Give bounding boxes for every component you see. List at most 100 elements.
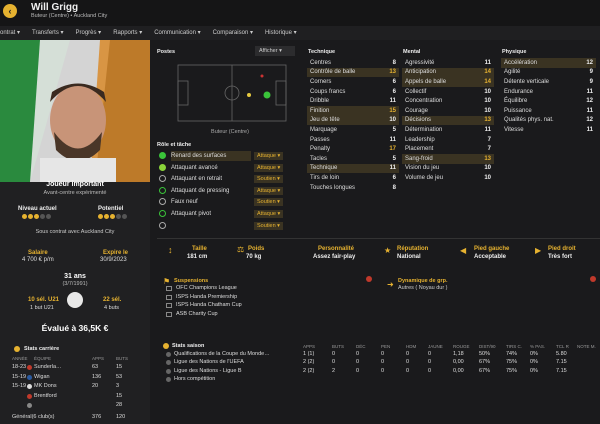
technique-value: 8 xyxy=(392,59,396,66)
mental-name: Agressivité xyxy=(405,59,435,66)
duty-label: Attaque xyxy=(257,153,276,159)
duty-dropdown[interactable]: Attaque ▾ xyxy=(254,163,284,172)
season-competition: Ligue des Nations - Ligue B xyxy=(174,367,242,374)
physique-name: Agilité xyxy=(504,69,521,76)
menu-item[interactable]: Communication ▾ xyxy=(154,26,200,40)
roles-title: Rôle et tâche xyxy=(157,142,192,148)
duty-dropdown[interactable]: Attaque ▾ xyxy=(254,152,284,160)
mental-value: 13 xyxy=(484,117,491,124)
career-cell: 18-23 xyxy=(12,364,27,370)
positions-title[interactable]: Postes xyxy=(157,49,175,55)
season-col-header: BUTS xyxy=(332,344,345,349)
season-cell: 1,18 xyxy=(453,351,464,357)
season-col-header: TIRS C. xyxy=(506,344,523,349)
duty-dropdown[interactable]: Soutien ▾ xyxy=(254,198,283,207)
physique-value: 9 xyxy=(589,78,593,85)
u21-caps: 10 sél. U21 xyxy=(28,297,60,303)
physique-value: 9 xyxy=(589,69,593,76)
duty-dropdown[interactable]: Soutien ▾ xyxy=(254,221,283,230)
technique-row: Tacles 5 xyxy=(307,154,399,164)
menu-item[interactable]: Comparaison ▾ xyxy=(213,26,253,40)
season-cell: 0 xyxy=(406,367,410,374)
duty-dropdown[interactable]: Attaque ▾ xyxy=(254,186,284,195)
duty-dropdown[interactable]: Soutien ▾ xyxy=(254,175,283,184)
career-cell: 15-19 xyxy=(12,383,27,390)
technique-value: 13 xyxy=(389,69,396,76)
career-cell: 136 xyxy=(92,373,102,380)
mental-value: 10 xyxy=(484,98,491,105)
season-cell: 0 xyxy=(381,367,385,374)
mental-value: 14 xyxy=(484,78,491,85)
technique-value: 11 xyxy=(389,98,396,105)
technique-row: Contrôle de balle 13 xyxy=(307,67,399,78)
mental-value: 10 xyxy=(484,107,491,114)
technique-value: 11 xyxy=(389,165,396,172)
value: Évalué à 36,5K € xyxy=(41,323,109,333)
competition-icon xyxy=(166,294,172,300)
mental-value: 10 xyxy=(484,165,491,172)
season-cell: 0 xyxy=(406,351,410,357)
competition-icon xyxy=(166,311,172,317)
menu-item[interactable]: Transferts ▾ xyxy=(32,26,63,40)
alert-icon-2 xyxy=(590,276,596,282)
chevron-down-icon: ▾ xyxy=(275,164,281,171)
menu-item[interactable]: Rapports ▾ xyxy=(113,26,142,40)
physique-value: 12 xyxy=(586,59,593,66)
season-cell: 75% xyxy=(506,367,518,374)
season-cell: 0% xyxy=(530,367,538,374)
technique-name: Jeu de tête xyxy=(310,117,340,124)
technique-name: Tirs de loin xyxy=(310,174,340,181)
mental-name: Courage xyxy=(405,107,429,114)
competition-icon xyxy=(166,360,171,366)
suspensions-title[interactable]: Suspensions xyxy=(174,278,208,284)
role-name xyxy=(171,221,251,231)
mental-value: 10 xyxy=(484,174,491,181)
weight-icon: ⚖ xyxy=(237,245,245,254)
career-icon xyxy=(14,346,20,352)
menu-item[interactable]: ontrat ▾ xyxy=(0,26,20,40)
flag-icon xyxy=(67,292,83,308)
role-fit-icon xyxy=(159,198,166,206)
season-competition: Hors compétition xyxy=(174,375,216,382)
duty-dropdown[interactable]: Attaque ▾ xyxy=(254,210,284,218)
technique-row: Touches longues 8 xyxy=(307,183,399,193)
role-name: Attaquant en retrait xyxy=(171,176,223,183)
physique-value: 11 xyxy=(586,107,593,114)
menu-item[interactable]: Historique ▾ xyxy=(265,26,297,40)
career-col-header: BUTS xyxy=(116,356,129,361)
u21-goals: 1 but U21 xyxy=(30,305,54,311)
season-cell: 0,00 xyxy=(453,359,464,366)
career-title[interactable]: Stats carrière xyxy=(24,346,59,352)
season-title[interactable]: Stats saison xyxy=(172,343,204,349)
mental-name: Décisions xyxy=(405,117,432,124)
season-cell: 0 xyxy=(356,359,360,366)
season-cell: 7.15 xyxy=(556,359,567,366)
technique-row: Centres 8 xyxy=(307,58,399,68)
mental-name: Volume de jeu xyxy=(405,174,444,181)
season-cell: 0 xyxy=(381,351,385,357)
mental-row: Appels de balle 14 xyxy=(402,77,494,87)
season-cell: 74% xyxy=(506,351,518,357)
suspension-item: ISPS Handa Chatham Cup xyxy=(176,302,242,308)
club-badge-icon xyxy=(27,365,32,370)
season-cell: 5.80 xyxy=(556,351,567,357)
menu-item[interactable]: Progrès ▾ xyxy=(76,26,102,40)
show-dropdown[interactable]: Afficher ▾ xyxy=(255,46,295,56)
career-cell: 15 xyxy=(116,392,123,399)
career-cell: Brentford xyxy=(34,392,57,399)
potential-stars xyxy=(98,214,128,221)
chevron-down-icon: ▾ xyxy=(275,187,281,194)
back-icon[interactable]: ‹ xyxy=(3,4,17,18)
mental-row: Placement 7 xyxy=(402,144,494,154)
role-fit-icon xyxy=(159,163,166,171)
season-col-header: DIST/90 xyxy=(479,344,496,349)
mental-row: Collectif 10 xyxy=(402,87,494,97)
chevron-down-icon: ▾ xyxy=(275,211,281,217)
season-col-header: APPS xyxy=(303,344,316,349)
season-cell: 0% xyxy=(530,351,538,357)
mental-row: Courage 10 xyxy=(402,106,494,116)
dynamics-title[interactable]: Dynamique de grp. xyxy=(398,278,448,284)
physique-value: 11 xyxy=(586,88,593,95)
season-col-header: HDM xyxy=(406,344,417,349)
career-cell: 3 xyxy=(116,383,120,390)
